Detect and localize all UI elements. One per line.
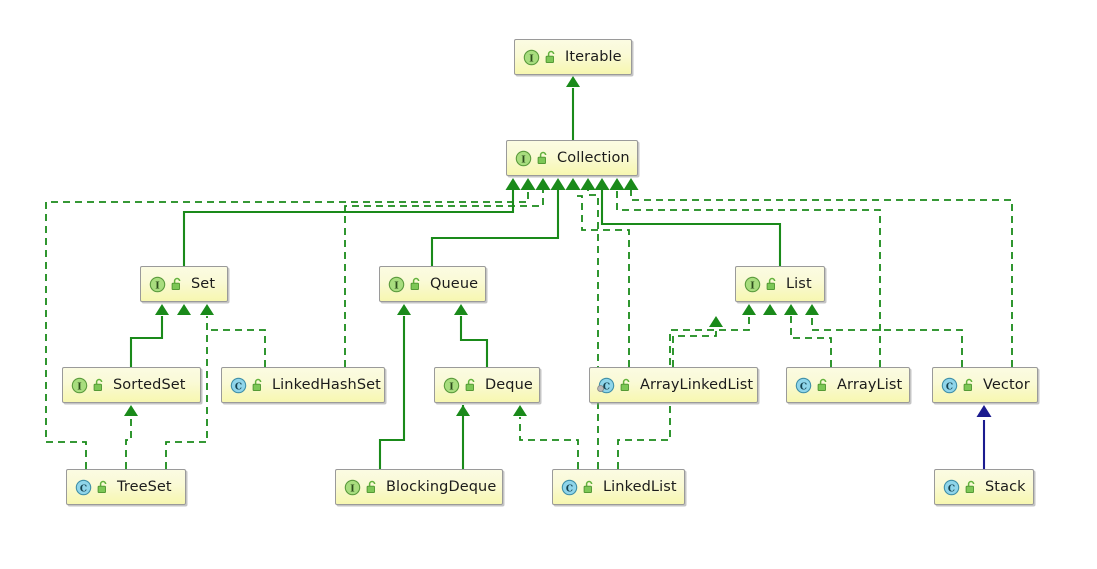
class-icon: C bbox=[75, 479, 92, 496]
svg-text:I: I bbox=[77, 381, 82, 392]
svg-text:C: C bbox=[948, 484, 955, 494]
node-linkedlist[interactable]: C LinkedList bbox=[552, 469, 685, 505]
unlocked-padlock-icon bbox=[965, 480, 978, 494]
node-label: ArrayList bbox=[837, 377, 903, 393]
node-label: LinkedHashSet bbox=[272, 377, 381, 393]
svg-text:I: I bbox=[521, 154, 526, 165]
class-icon: C bbox=[941, 377, 958, 394]
svg-text:C: C bbox=[235, 382, 242, 392]
node-label: BlockingDeque bbox=[386, 479, 497, 495]
unlocked-padlock-icon bbox=[545, 50, 558, 64]
class-icon: C bbox=[561, 479, 578, 496]
interface-icon: I bbox=[388, 276, 405, 293]
svg-text:C: C bbox=[800, 382, 807, 392]
interface-icon: I bbox=[523, 49, 540, 66]
class-icon: C bbox=[795, 377, 812, 394]
interface-icon: I bbox=[344, 479, 361, 496]
node-list[interactable]: I List bbox=[735, 266, 825, 302]
svg-text:C: C bbox=[566, 484, 573, 494]
node-label: List bbox=[786, 276, 812, 292]
class-hierarchy-diagram: I Iterable I Collection I Set I Queue I List I Sort… bbox=[0, 0, 1097, 569]
node-label: LinkedList bbox=[603, 479, 677, 495]
interface-icon: I bbox=[443, 377, 460, 394]
node-arraylist[interactable]: C ArrayList bbox=[786, 367, 910, 403]
node-queue[interactable]: I Queue bbox=[379, 266, 486, 302]
node-collection[interactable]: I Collection bbox=[506, 140, 638, 176]
unlocked-padlock-icon bbox=[465, 378, 478, 392]
class-icon: C bbox=[943, 479, 960, 496]
unlocked-padlock-icon bbox=[252, 378, 265, 392]
svg-text:C: C bbox=[603, 382, 610, 392]
svg-text:I: I bbox=[155, 280, 160, 291]
node-treeset[interactable]: C TreeSet bbox=[66, 469, 186, 505]
unlocked-padlock-icon bbox=[97, 480, 110, 494]
svg-text:I: I bbox=[350, 483, 355, 494]
unlocked-padlock-icon bbox=[583, 480, 596, 494]
node-label: ArrayLinkedList bbox=[640, 377, 754, 393]
unlocked-padlock-icon bbox=[620, 378, 633, 392]
interface-icon: I bbox=[149, 276, 166, 293]
node-label: Deque bbox=[485, 377, 533, 393]
abstract-class-icon: C bbox=[597, 377, 615, 394]
interface-icon: I bbox=[515, 150, 532, 167]
svg-text:I: I bbox=[449, 381, 454, 392]
svg-text:C: C bbox=[80, 484, 87, 494]
interface-icon: I bbox=[71, 377, 88, 394]
node-label: TreeSet bbox=[117, 479, 172, 495]
node-label: Set bbox=[191, 276, 216, 292]
node-label: Collection bbox=[557, 150, 630, 166]
svg-text:I: I bbox=[529, 53, 534, 64]
node-layer: I Iterable I Collection I Set I Queue I List I Sort… bbox=[0, 0, 1097, 569]
node-label: Iterable bbox=[565, 49, 622, 65]
node-label: Queue bbox=[430, 276, 479, 292]
svg-text:I: I bbox=[750, 280, 755, 291]
class-icon: C bbox=[230, 377, 247, 394]
unlocked-padlock-icon bbox=[963, 378, 976, 392]
unlocked-padlock-icon bbox=[410, 277, 423, 291]
node-label: SortedSet bbox=[113, 377, 186, 393]
node-label: Vector bbox=[983, 377, 1030, 393]
node-sortedset[interactable]: I SortedSet bbox=[62, 367, 201, 403]
unlocked-padlock-icon bbox=[766, 277, 779, 291]
node-deque[interactable]: I Deque bbox=[434, 367, 540, 403]
node-iterable[interactable]: I Iterable bbox=[514, 39, 632, 75]
unlocked-padlock-icon bbox=[817, 378, 830, 392]
node-set[interactable]: I Set bbox=[140, 266, 228, 302]
unlocked-padlock-icon bbox=[171, 277, 184, 291]
node-arraylinkedlist[interactable]: C ArrayLinkedList bbox=[589, 367, 758, 403]
node-label: Stack bbox=[985, 479, 1026, 495]
node-vector[interactable]: C Vector bbox=[932, 367, 1038, 403]
node-linkedhashset[interactable]: C LinkedHashSet bbox=[221, 367, 385, 403]
node-stack[interactable]: C Stack bbox=[934, 469, 1034, 505]
interface-icon: I bbox=[744, 276, 761, 293]
unlocked-padlock-icon bbox=[366, 480, 379, 494]
node-blockingdeque[interactable]: I BlockingDeque bbox=[335, 469, 503, 505]
unlocked-padlock-icon bbox=[93, 378, 106, 392]
svg-text:C: C bbox=[946, 382, 953, 392]
svg-text:I: I bbox=[394, 280, 399, 291]
unlocked-padlock-icon bbox=[537, 151, 550, 165]
